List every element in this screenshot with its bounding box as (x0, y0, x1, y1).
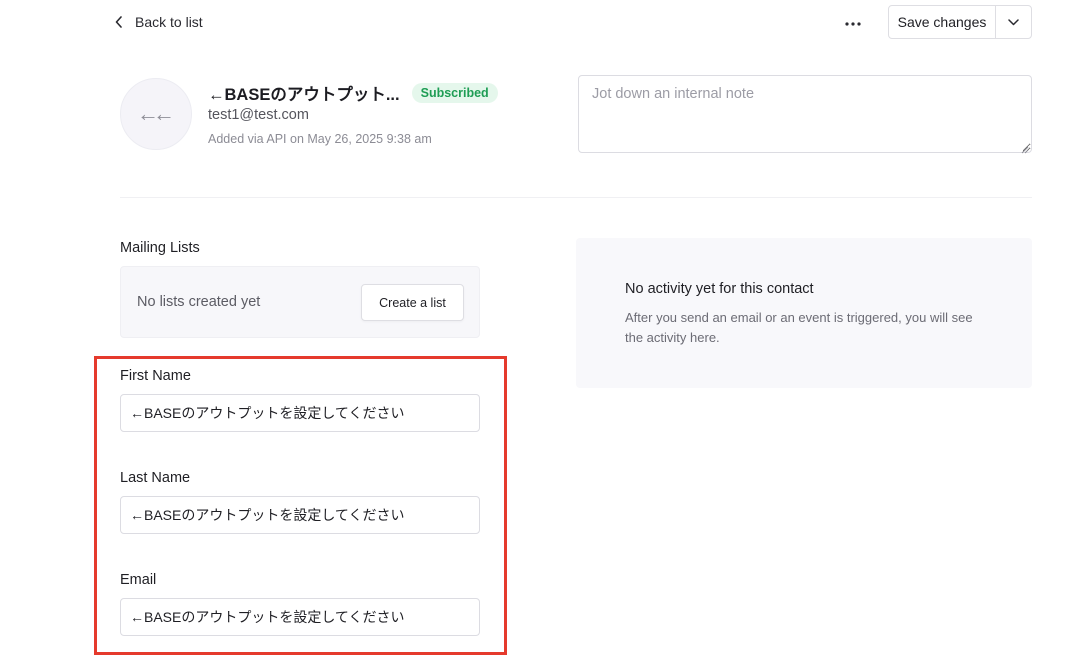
back-to-list-label: Back to list (135, 14, 203, 30)
mailing-lists-empty-text: No lists created yet (137, 294, 261, 310)
mailing-lists-panel: No lists created yet Create a list (120, 266, 480, 338)
activity-panel: No activity yet for this contact After y… (576, 238, 1032, 388)
create-list-button[interactable]: Create a list (361, 284, 464, 321)
activity-empty-description: After you send an email or an event is t… (625, 310, 973, 345)
chevron-left-icon (113, 16, 125, 28)
chevron-down-icon (1008, 13, 1019, 31)
last-name-input[interactable] (120, 496, 480, 534)
activity-empty-title: No activity yet for this contact (625, 281, 814, 297)
mailing-lists-title: Mailing Lists (120, 240, 200, 256)
email-label: Email (120, 572, 157, 588)
contact-detail-page: Back to list Save changes ←← ←BASEのアウトプッ… (0, 0, 1067, 662)
first-name-input[interactable] (120, 394, 480, 432)
section-divider (120, 197, 1032, 198)
ellipsis-icon (845, 13, 861, 31)
more-options-button[interactable] (840, 11, 866, 33)
contact-email: test1@test.com (208, 107, 309, 123)
save-changes-group: Save changes (888, 5, 1032, 39)
contact-name-row: ←BASEのアウトプット... Subscribed (208, 81, 498, 105)
added-info: Added via API on May 26, 2025 9:38 am (208, 132, 432, 146)
contact-name: ←BASEのアウトプット... (208, 86, 400, 104)
first-name-label: First Name (120, 368, 191, 384)
status-badge: Subscribed (411, 83, 498, 103)
last-name-label: Last Name (120, 470, 191, 486)
back-to-list-link[interactable]: Back to list (113, 11, 203, 33)
save-changes-button[interactable]: Save changes (889, 6, 996, 38)
email-input[interactable] (120, 598, 480, 636)
save-options-dropdown[interactable] (996, 6, 1031, 38)
avatar: ←← (120, 78, 192, 150)
internal-note-textarea[interactable] (578, 75, 1032, 153)
avatar-text: ←← (137, 101, 175, 126)
